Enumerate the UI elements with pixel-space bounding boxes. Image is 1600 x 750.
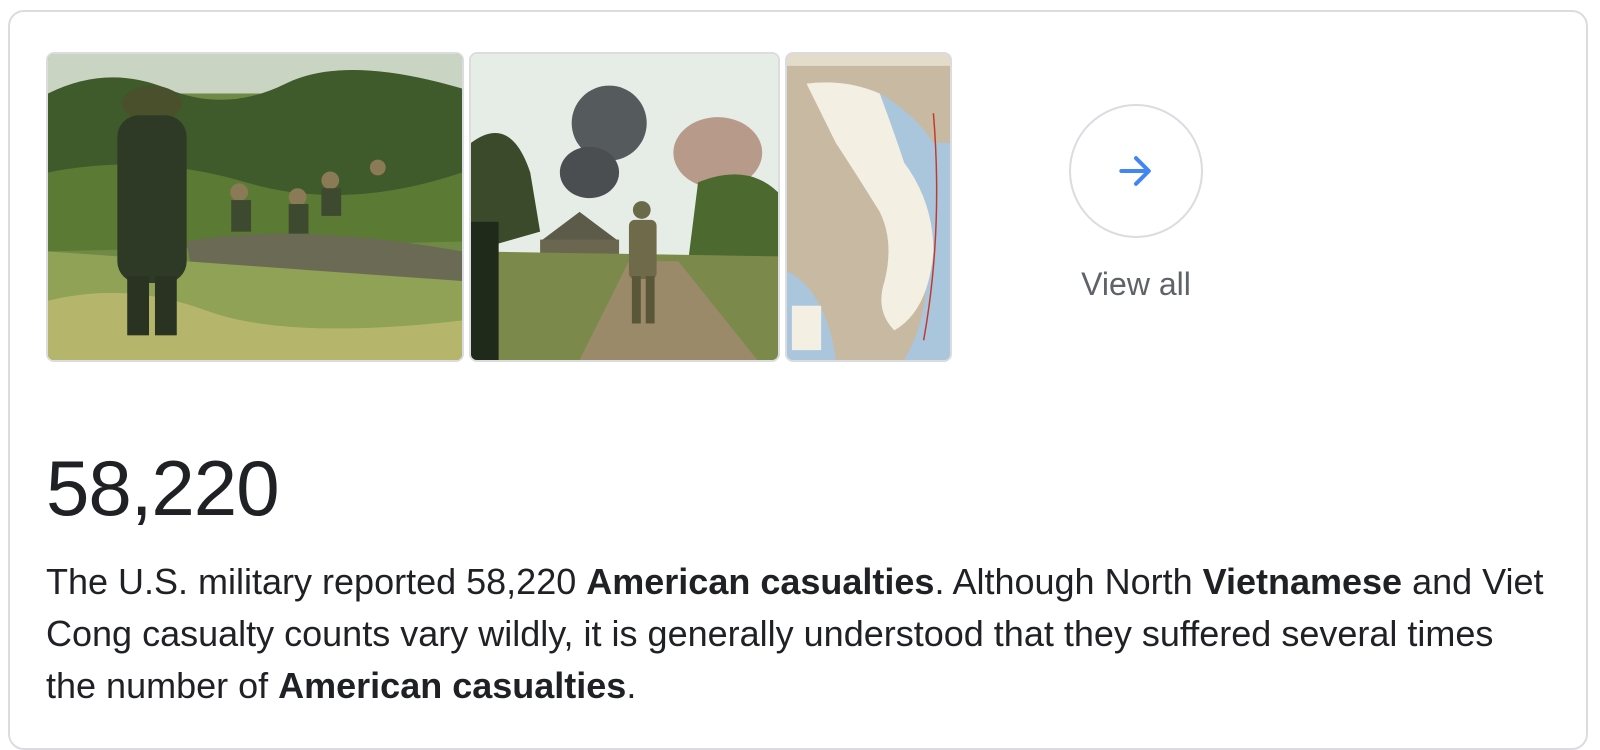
soldier-with-explosions-photo [471, 54, 778, 360]
image-thumbnail-explosions[interactable] [469, 52, 780, 362]
view-all-label: View all [1081, 266, 1191, 302]
answer-card: View all 58,220 The U.S. military report… [8, 10, 1588, 750]
description-text: . Although North [934, 561, 1203, 602]
description-bold-american-casualties: American casualties [586, 561, 935, 602]
arrow-right-icon [1119, 156, 1151, 186]
image-thumbnail-soldiers[interactable] [46, 52, 464, 362]
description-text: . [626, 665, 637, 706]
description-bold-vietnamese: Vietnamese [1202, 561, 1403, 602]
description-bold-american-casualties: American casualties [278, 665, 627, 706]
answer-number: 58,220 [46, 444, 280, 532]
answer-description: The U.S. military reported 58,220 Americ… [46, 556, 1546, 712]
soldiers-in-swamp-photo [48, 54, 462, 360]
view-all-button[interactable]: View all [1062, 104, 1210, 303]
image-thumbnail-map[interactable] [785, 52, 952, 362]
view-all-circle[interactable] [1069, 104, 1203, 238]
vietnam-map-image [787, 54, 950, 360]
description-text: The U.S. military reported 58,220 [46, 561, 587, 602]
